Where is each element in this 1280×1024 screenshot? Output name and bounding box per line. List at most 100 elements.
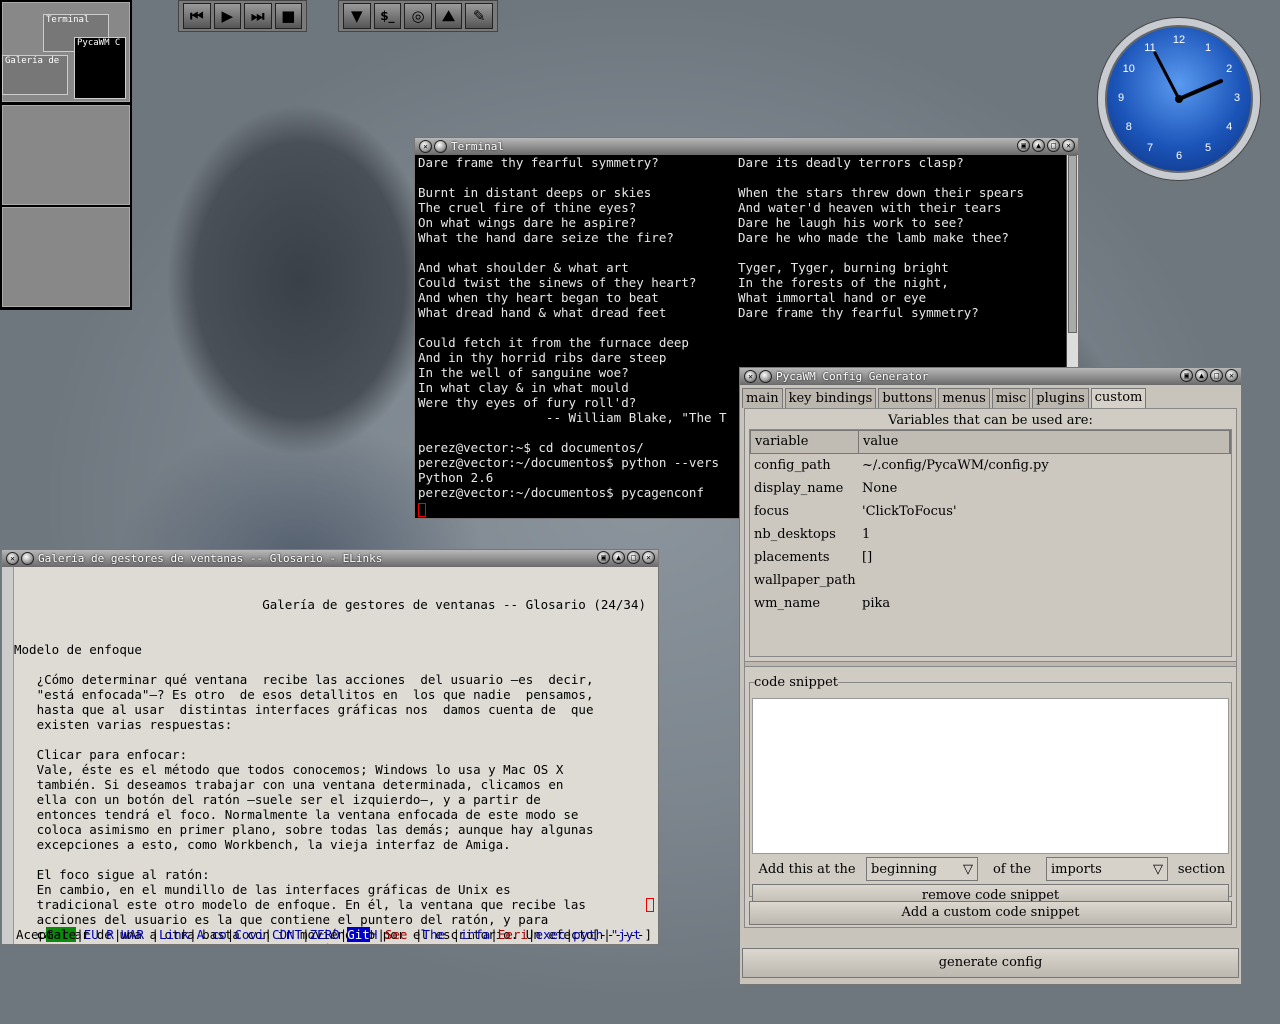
tab-key-bindings[interactable]: key bindings	[784, 388, 877, 408]
custom-tab-panel: Variables that can be used are: variable…	[744, 408, 1237, 928]
play-button[interactable]: ▶	[213, 3, 241, 29]
config-generator-window[interactable]: ✕ PycaWM Config Generator ▣ ▲ □ ✕ main key …	[739, 367, 1242, 985]
elinks-titlebar[interactable]: ✕ Galería de gestores de ventanas -- Glo…	[2, 550, 658, 567]
elinks-cursor	[646, 898, 654, 912]
code-snippet-editor[interactable]	[752, 698, 1229, 854]
page-content: Modelo de enfoque ¿Cómo determinar qué v…	[14, 642, 594, 944]
variable-cell: wallpaper_path	[754, 573, 856, 588]
raise-icon[interactable]: ▲	[1032, 139, 1045, 152]
table-row[interactable]: wallpaper_path	[750, 569, 1231, 592]
column-header-variable[interactable]: variable	[751, 431, 859, 453]
image-viewer-launcher-button[interactable]: ⛰	[434, 3, 463, 29]
table-row[interactable]: focus 'ClickToFocus'	[750, 500, 1231, 523]
terminal-cursor	[418, 503, 426, 517]
clock-number: 11	[1144, 41, 1156, 54]
tab-custom[interactable]: custom	[1090, 388, 1147, 408]
shade-icon[interactable]: ▣	[597, 551, 610, 564]
tab-plugins[interactable]: plugins	[1032, 388, 1089, 408]
position-value: beginning	[871, 861, 938, 877]
variable-cell: display_name	[754, 481, 844, 496]
raise-icon[interactable]: ▲	[1195, 369, 1208, 382]
chevron-down-icon: ▽	[1153, 861, 1163, 877]
terminal-text-left: Dare frame thy fearful symmetry? Burnt i…	[418, 155, 727, 500]
close-icon[interactable]: ✕	[1225, 369, 1238, 382]
previous-button[interactable]: ⏮	[183, 3, 211, 29]
terminal-text-right: Dare its deadly terrors clasp? When the …	[738, 155, 1024, 320]
value-cell: None	[862, 481, 898, 496]
close-icon[interactable]: ✕	[744, 370, 757, 383]
pager-window-elinks[interactable]: Galería de	[2, 55, 68, 95]
shade-icon[interactable]: ▣	[1180, 369, 1193, 382]
next-button[interactable]: ⏭	[244, 3, 272, 29]
status-indicator: [------]	[591, 927, 652, 942]
tab-main[interactable]: main	[742, 388, 783, 408]
variables-table[interactable]: variable value config_path ~/.config/Pyca…	[749, 429, 1232, 657]
media-toolbar: ⏮ ▶ ⏭ ■	[178, 0, 307, 32]
table-row[interactable]: config_path ~/.config/PycaWM/config.py	[750, 454, 1231, 477]
browser-launcher-button[interactable]: ◎	[404, 3, 432, 29]
variables-caption: Variables that can be used are:	[888, 413, 1093, 428]
page-header: Galería de gestores de ventanas -- Glosa…	[262, 597, 646, 612]
menu-icon[interactable]	[21, 552, 34, 565]
menu-icon[interactable]	[759, 370, 772, 383]
clock-number: 5	[1204, 142, 1212, 155]
status-message: Aceptar	[16, 927, 69, 942]
analog-clock: 12 1 2 3 4 5 6 7 8 9 10 11	[1098, 18, 1260, 180]
variable-cell: wm_name	[754, 596, 821, 611]
value-cell: 'ClickToFocus'	[862, 504, 957, 519]
clock-number: 8	[1125, 121, 1132, 133]
close-icon[interactable]: ✕	[6, 552, 19, 565]
menu-dropdown-button[interactable]: ▼	[343, 3, 371, 29]
maximize-icon[interactable]: □	[1210, 369, 1223, 382]
editor-launcher-button[interactable]: ✎	[465, 3, 493, 29]
pane-splitter[interactable]	[745, 661, 1236, 667]
variable-cell: nb_desktops	[754, 527, 836, 542]
close-icon[interactable]: ✕	[642, 551, 655, 564]
code-snippet-label: code snippet	[754, 675, 839, 690]
close-icon[interactable]: ✕	[1062, 139, 1075, 152]
config-titlebar[interactable]: ✕ PycaWM Config Generator ▣ ▲ □ ✕	[740, 368, 1241, 385]
pager-desktop-3[interactable]	[2, 207, 130, 307]
window-title: PycaWM Config Generator	[776, 370, 929, 383]
generate-config-button[interactable]: generate config	[742, 948, 1239, 978]
section-select[interactable]: imports ▽	[1046, 857, 1168, 881]
clock-number: 12	[1172, 34, 1186, 46]
config-tab-bar: main key bindings buttons menus misc plu…	[742, 388, 1147, 408]
clock-number: 6	[1175, 150, 1183, 162]
section-label: section	[1177, 861, 1226, 877]
close-icon[interactable]: ✕	[419, 140, 432, 153]
variable-cell: focus	[754, 504, 789, 519]
elinks-status-bar: Aceptar [------]	[16, 927, 652, 942]
table-row[interactable]: placements []	[750, 546, 1231, 569]
menu-icon[interactable]	[434, 140, 447, 153]
clock-number: 9	[1117, 92, 1125, 104]
table-row[interactable]: nb_desktops 1	[750, 523, 1231, 546]
tab-misc[interactable]: misc	[991, 388, 1031, 408]
section-value: imports	[1051, 861, 1102, 877]
chevron-down-icon: ▽	[963, 861, 973, 877]
shade-icon[interactable]: ▣	[1017, 139, 1030, 152]
terminal-launcher-button[interactable]: $_	[373, 3, 402, 29]
column-header-value[interactable]: value	[859, 431, 1230, 453]
tab-menus[interactable]: menus	[938, 388, 990, 408]
pager-window-config[interactable]: PycaWM C	[74, 37, 126, 99]
window-title: Galería de gestores de ventanas -- Glosa…	[38, 552, 383, 565]
table-row[interactable]: display_name None	[750, 477, 1231, 500]
tab-buttons[interactable]: buttons	[878, 388, 937, 408]
scrollbar-thumb[interactable]	[1068, 155, 1077, 333]
clock-number: 10	[1122, 63, 1135, 75]
maximize-icon[interactable]: □	[1047, 139, 1060, 152]
position-select[interactable]: beginning ▽	[866, 857, 978, 881]
stop-button[interactable]: ■	[274, 3, 302, 29]
table-row[interactable]: wm_name pika	[750, 592, 1231, 615]
elinks-scrollbar[interactable]	[2, 567, 14, 944]
clock-number: 1	[1204, 41, 1212, 54]
of-the-label: of the	[992, 861, 1032, 877]
pager-desktop-2[interactable]	[2, 105, 130, 205]
add-custom-code-snippet-button[interactable]: Add a custom code snippet	[749, 901, 1232, 925]
elinks-window[interactable]: ✕ Galería de gestores de ventanas -- Glo…	[1, 549, 659, 945]
raise-icon[interactable]: ▲	[612, 551, 625, 564]
maximize-icon[interactable]: □	[627, 551, 640, 564]
terminal-titlebar[interactable]: ✕ Terminal ▣ ▲ □ ✕	[415, 138, 1078, 155]
desktop-pager[interactable]: Terminal PycaWM C Galería de	[0, 0, 132, 310]
